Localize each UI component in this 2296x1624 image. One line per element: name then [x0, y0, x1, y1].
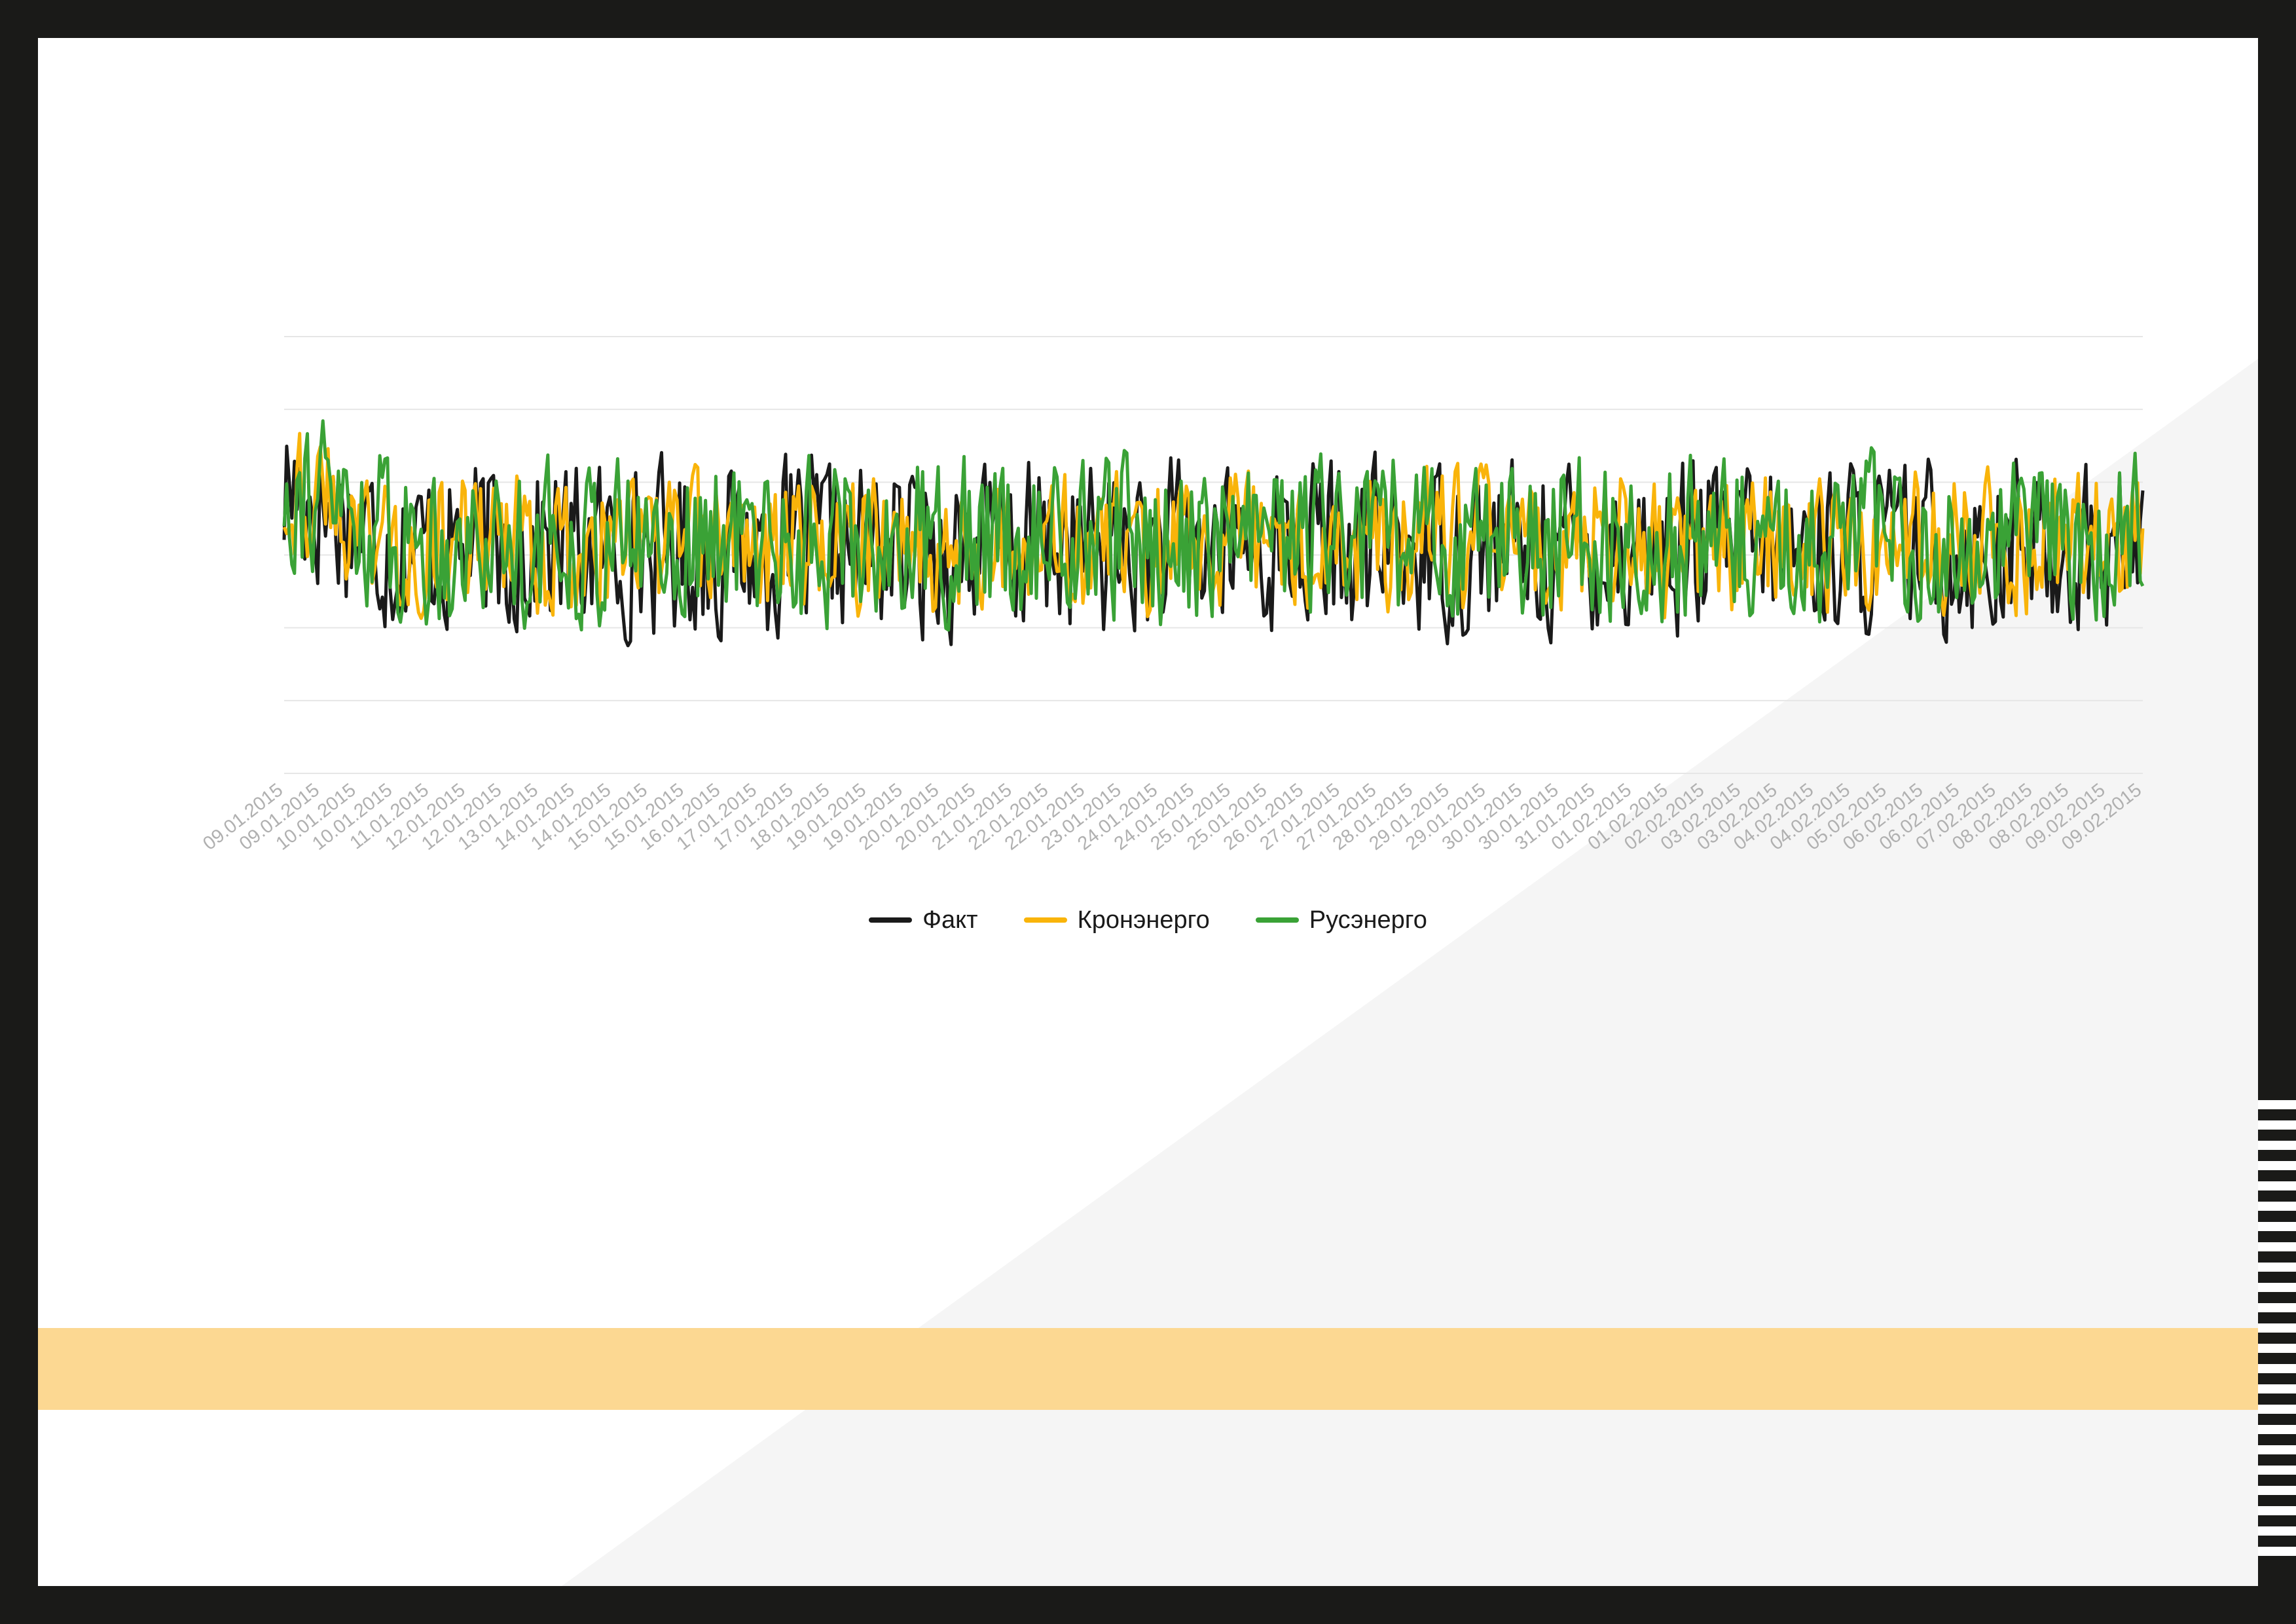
legend-label-rusenergo: Русэнерго: [1309, 906, 1427, 934]
legend-swatch-fact: [869, 917, 913, 923]
legend-label-fact: Факт: [922, 906, 978, 934]
legend-item-kronenergo: Кронэнерго: [1023, 906, 1210, 934]
legend-label-kronenergo: Кронэнерго: [1077, 906, 1210, 934]
legend-swatch-rusenergo: [1255, 917, 1299, 923]
legend-swatch-kronenergo: [1023, 917, 1067, 923]
legend-item-fact: Факт: [869, 906, 978, 934]
line-chart: 09.01.201509.01.201510.01.201510.01.2015…: [199, 336, 2145, 855]
chart-legend: Факт Кронэнерго Русэнерго: [0, 904, 2296, 936]
legend-item-rusenergo: Русэнерго: [1255, 906, 1427, 934]
